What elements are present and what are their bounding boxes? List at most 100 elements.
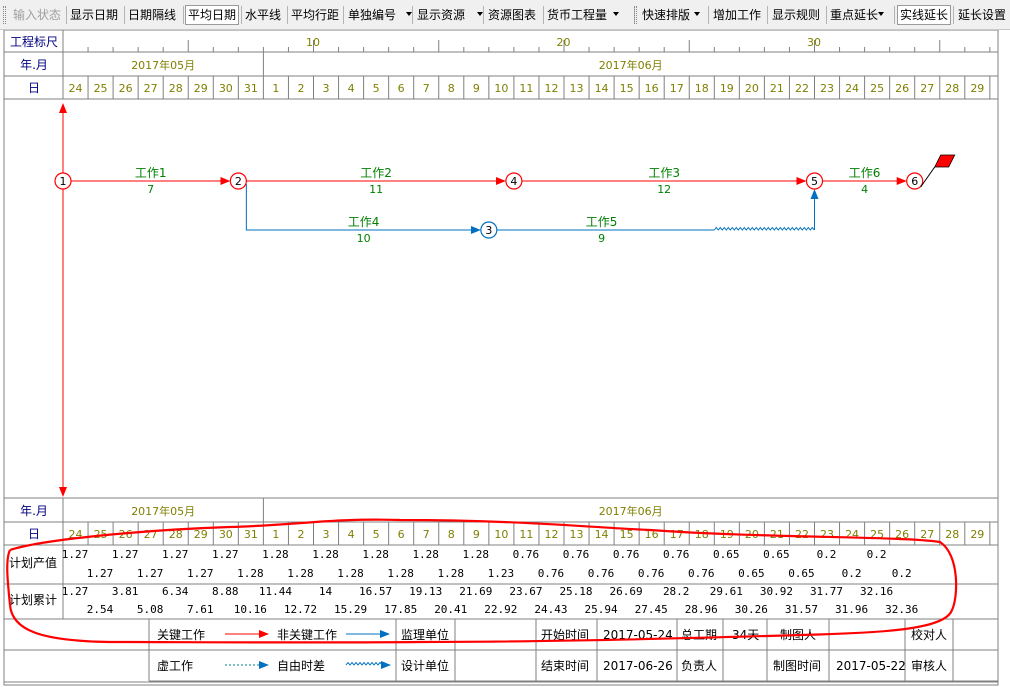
toolbar-button-10[interactable]: 货币工程量 <box>545 5 609 25</box>
toolbar-button-7[interactable]: 单独编号 <box>346 5 398 25</box>
chevron-down-icon[interactable] <box>694 12 700 16</box>
day-cell: 10 <box>494 82 508 95</box>
toolbar-button-label: 增加工作 <box>713 8 762 22</box>
total-value: 34天 <box>732 628 759 642</box>
checker-label: 校对人 <box>911 627 947 642</box>
total-label: 总工期 <box>681 628 717 642</box>
plan-value-cell: 0.76 <box>513 548 540 561</box>
day-cell: 16 <box>645 82 659 95</box>
day-cell: 11 <box>519 82 533 95</box>
toolbar-grip[interactable] <box>634 6 637 24</box>
legend-dummy-label: 虚工作 <box>157 659 193 673</box>
toolbar-separator <box>543 6 544 24</box>
toolbar-button-label: 显示规则 <box>772 8 821 22</box>
toolbar-button-16[interactable]: 延长设置 <box>956 5 1008 25</box>
toolbar-button-label: 输入状态 <box>13 8 62 22</box>
plan-cum-cell: 11.44 <box>259 585 292 598</box>
plan-cum-cell: 12.72 <box>284 603 317 616</box>
toolbar-separator <box>953 6 954 24</box>
legend-freefloat-label: 自由时差 <box>277 659 325 673</box>
toolbar-button-label: 单独编号 <box>348 8 397 22</box>
toolbar-separator <box>124 6 125 24</box>
plan-value-cell: 1.28 <box>237 567 264 580</box>
plan-value-cell: 1.27 <box>187 567 214 580</box>
plan-value-cell: 1.27 <box>62 548 89 561</box>
plan-cum-label: 计划累计 <box>9 593 57 607</box>
plan-value-cell: 1.28 <box>362 548 389 561</box>
plan-value-cell: 1.27 <box>162 548 189 561</box>
chevron-down-icon[interactable] <box>878 12 884 16</box>
day-cell: 18 <box>695 82 709 95</box>
toolbar-separator <box>287 6 288 24</box>
toolbar-button-12[interactable]: 增加工作 <box>711 5 763 25</box>
toolbar-button-3[interactable]: 日期隔线 <box>126 5 178 25</box>
toolbar-button-14[interactable]: 重点延长 <box>828 5 880 25</box>
toolbar-button-11[interactable]: 快速排版 <box>640 5 692 25</box>
day-cell: 26 <box>119 82 133 95</box>
toolbar: 输入状态 显示日期 日期隔线 平均日期 水平线 平均行距 单独编号 显示资源 资源图表 货币工程量… <box>0 0 1010 30</box>
toolbar-button-4[interactable]: 平均日期 <box>185 5 240 25</box>
toolbar-button-label: 实线延长 <box>900 8 949 22</box>
toolbar-grip[interactable] <box>3 6 6 24</box>
plan-value-cell: 1.27 <box>87 567 114 580</box>
chevron-down-icon[interactable] <box>477 12 483 16</box>
plan-value-cell: 1.28 <box>287 567 314 580</box>
legend-noncritical-label: 非关键工作 <box>277 628 337 642</box>
plan-value-cell: 1.27 <box>112 548 139 561</box>
day-cell: 12 <box>544 82 558 95</box>
day-cell: 29 <box>194 82 208 95</box>
toolbar-separator <box>483 6 484 24</box>
toolbar-button-5[interactable]: 水平线 <box>243 5 283 25</box>
network-chart: 工程标尺年.月日10 20 302017年05月 2017年06月24 25 26 27 28… <box>3 30 999 686</box>
plan-value-cell: 1.23 <box>488 567 515 580</box>
day-cell: 23 <box>820 528 834 541</box>
node-label: 1 <box>60 175 67 188</box>
task-name: 工作3 <box>648 166 680 180</box>
day-cell: 3 <box>323 82 330 95</box>
chevron-down-icon[interactable] <box>406 12 412 16</box>
toolbar-button-label: 延长设置 <box>958 8 1007 22</box>
toolbar-button-15[interactable]: 实线延长 <box>897 5 952 25</box>
plan-value-cell: 0.76 <box>588 567 615 580</box>
toolbar-button-label: 平均日期 <box>188 8 237 22</box>
day-cell: 13 <box>570 528 584 541</box>
toolbar-button-13[interactable]: 显示规则 <box>770 5 822 25</box>
day-cell: 17 <box>670 528 684 541</box>
plan-cum-cell: 25.18 <box>559 585 592 598</box>
day-cell: 31 <box>244 528 258 541</box>
draw-time-label: 制图时间 <box>773 659 821 673</box>
month-label: 2017年05月 <box>131 58 195 72</box>
day-cell: 24 <box>845 82 859 95</box>
day-cell: 9 <box>473 82 480 95</box>
toolbar-button-2[interactable]: 显示日期 <box>68 5 120 25</box>
plan-value-cell: 0.76 <box>688 567 715 580</box>
toolbar-button-9[interactable]: 资源图表 <box>486 5 538 25</box>
task-duration: 10 <box>357 232 371 245</box>
ruler-tick-label: 30 <box>807 36 821 49</box>
plan-cum-cell: 28.96 <box>685 603 718 616</box>
toolbar-separator <box>826 6 827 24</box>
node-label: 5 <box>811 175 818 188</box>
toolbar-button-8[interactable]: 显示资源 <box>415 5 467 25</box>
end-time-value: 2017-06-26 <box>603 659 673 673</box>
day-cell: 22 <box>795 528 809 541</box>
end-time-label: 结束时间 <box>541 659 589 673</box>
plan-value-cell: 1.28 <box>262 548 289 561</box>
day-cell: 3 <box>323 528 330 541</box>
plan-cum-cell: 19.13 <box>409 585 442 598</box>
plan-value-cell: 0.65 <box>713 548 740 561</box>
toolbar-separator <box>767 6 768 24</box>
plan-cum-cell: 31.77 <box>810 585 843 598</box>
day-cell: 5 <box>373 528 380 541</box>
day-cell: 20 <box>745 82 759 95</box>
plan-value-cell: 0.2 <box>892 567 912 580</box>
day-cell: 27 <box>920 528 934 541</box>
chevron-down-icon[interactable] <box>613 12 619 16</box>
toolbar-separator <box>412 6 413 24</box>
node-label: 6 <box>911 175 918 188</box>
day-cell: 22 <box>795 82 809 95</box>
plan-cum-cell: 23.67 <box>509 585 542 598</box>
toolbar-button-6[interactable]: 平均行距 <box>289 5 341 25</box>
day-cell: 4 <box>348 528 355 541</box>
toolbar-separator <box>708 6 709 24</box>
